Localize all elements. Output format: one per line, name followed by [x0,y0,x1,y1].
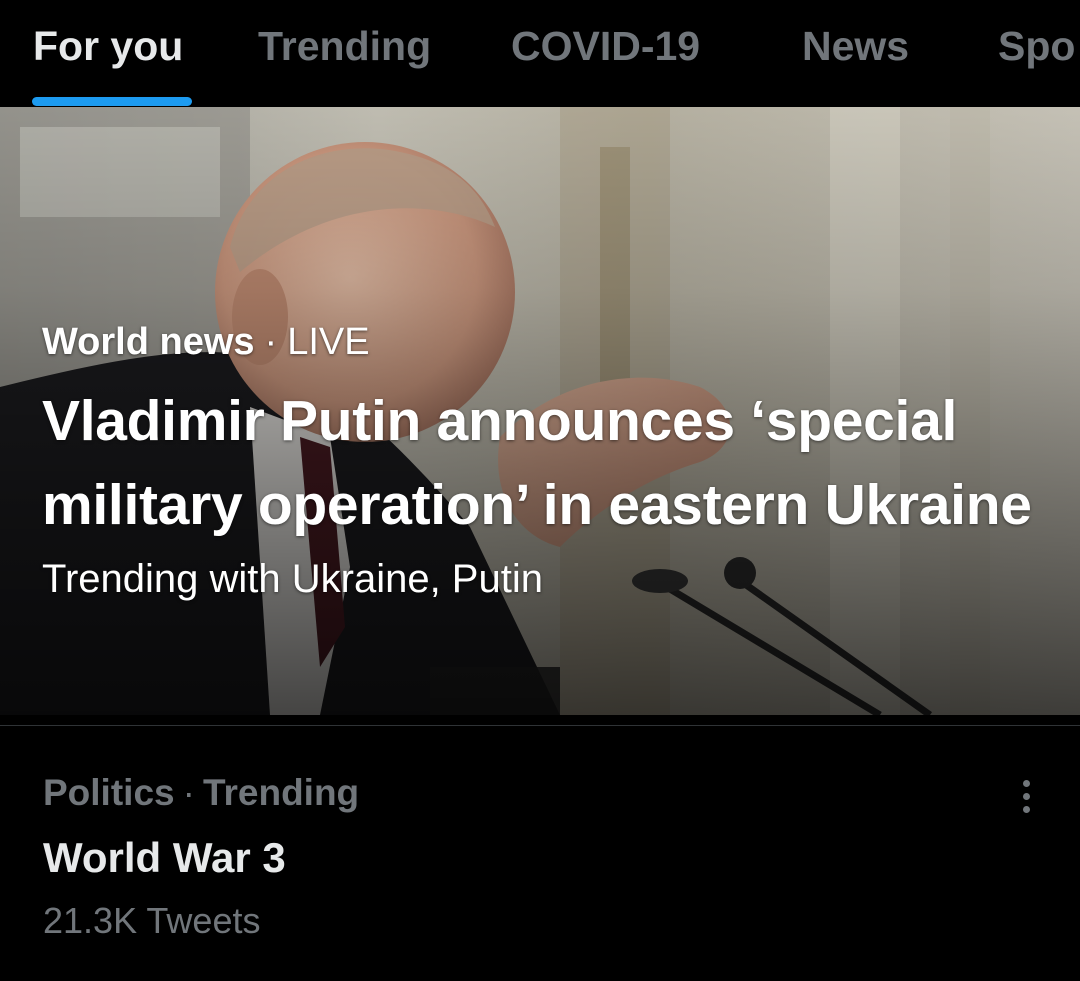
more-vertical-icon[interactable] [1004,770,1048,822]
tab-covid-19[interactable]: COVID-19 [511,0,700,107]
hero-category: World news [42,321,255,363]
explore-tab-bar: For you Trending COVID-19 News Spo [0,0,1080,107]
trend-separator: · [182,772,195,813]
hero-headline: Vladimir Putin announces ‘special milita… [42,389,1032,537]
tab-for-you[interactable]: For you [33,0,183,107]
hero-live-label: LIVE [287,321,370,363]
tab-news[interactable]: News [802,0,909,107]
hero-news-card[interactable]: World news · LIVE Vladimir Putin announces… [0,107,1080,715]
hero-subtitle: Trending with Ukraine, Putin [42,557,543,601]
trend-title: World War 3 [43,834,286,881]
hero-meta-line: World news · LIVE [42,317,1042,367]
trend-meta-line: Politics · Trending [43,772,359,814]
tab-sports[interactable]: Spo [998,0,1075,107]
active-tab-indicator [32,97,192,106]
trend-status: Trending [202,772,360,813]
trend-item[interactable]: Politics · Trending World War 3 21.3K Twee… [0,726,1080,981]
trend-tweet-count: 21.3K Tweets [43,900,261,941]
trend-category: Politics [43,772,175,813]
tab-trending[interactable]: Trending [258,0,431,107]
hero-separator: · [264,321,278,363]
hero-text-block: World news · LIVE Vladimir Putin announces… [42,317,1042,607]
